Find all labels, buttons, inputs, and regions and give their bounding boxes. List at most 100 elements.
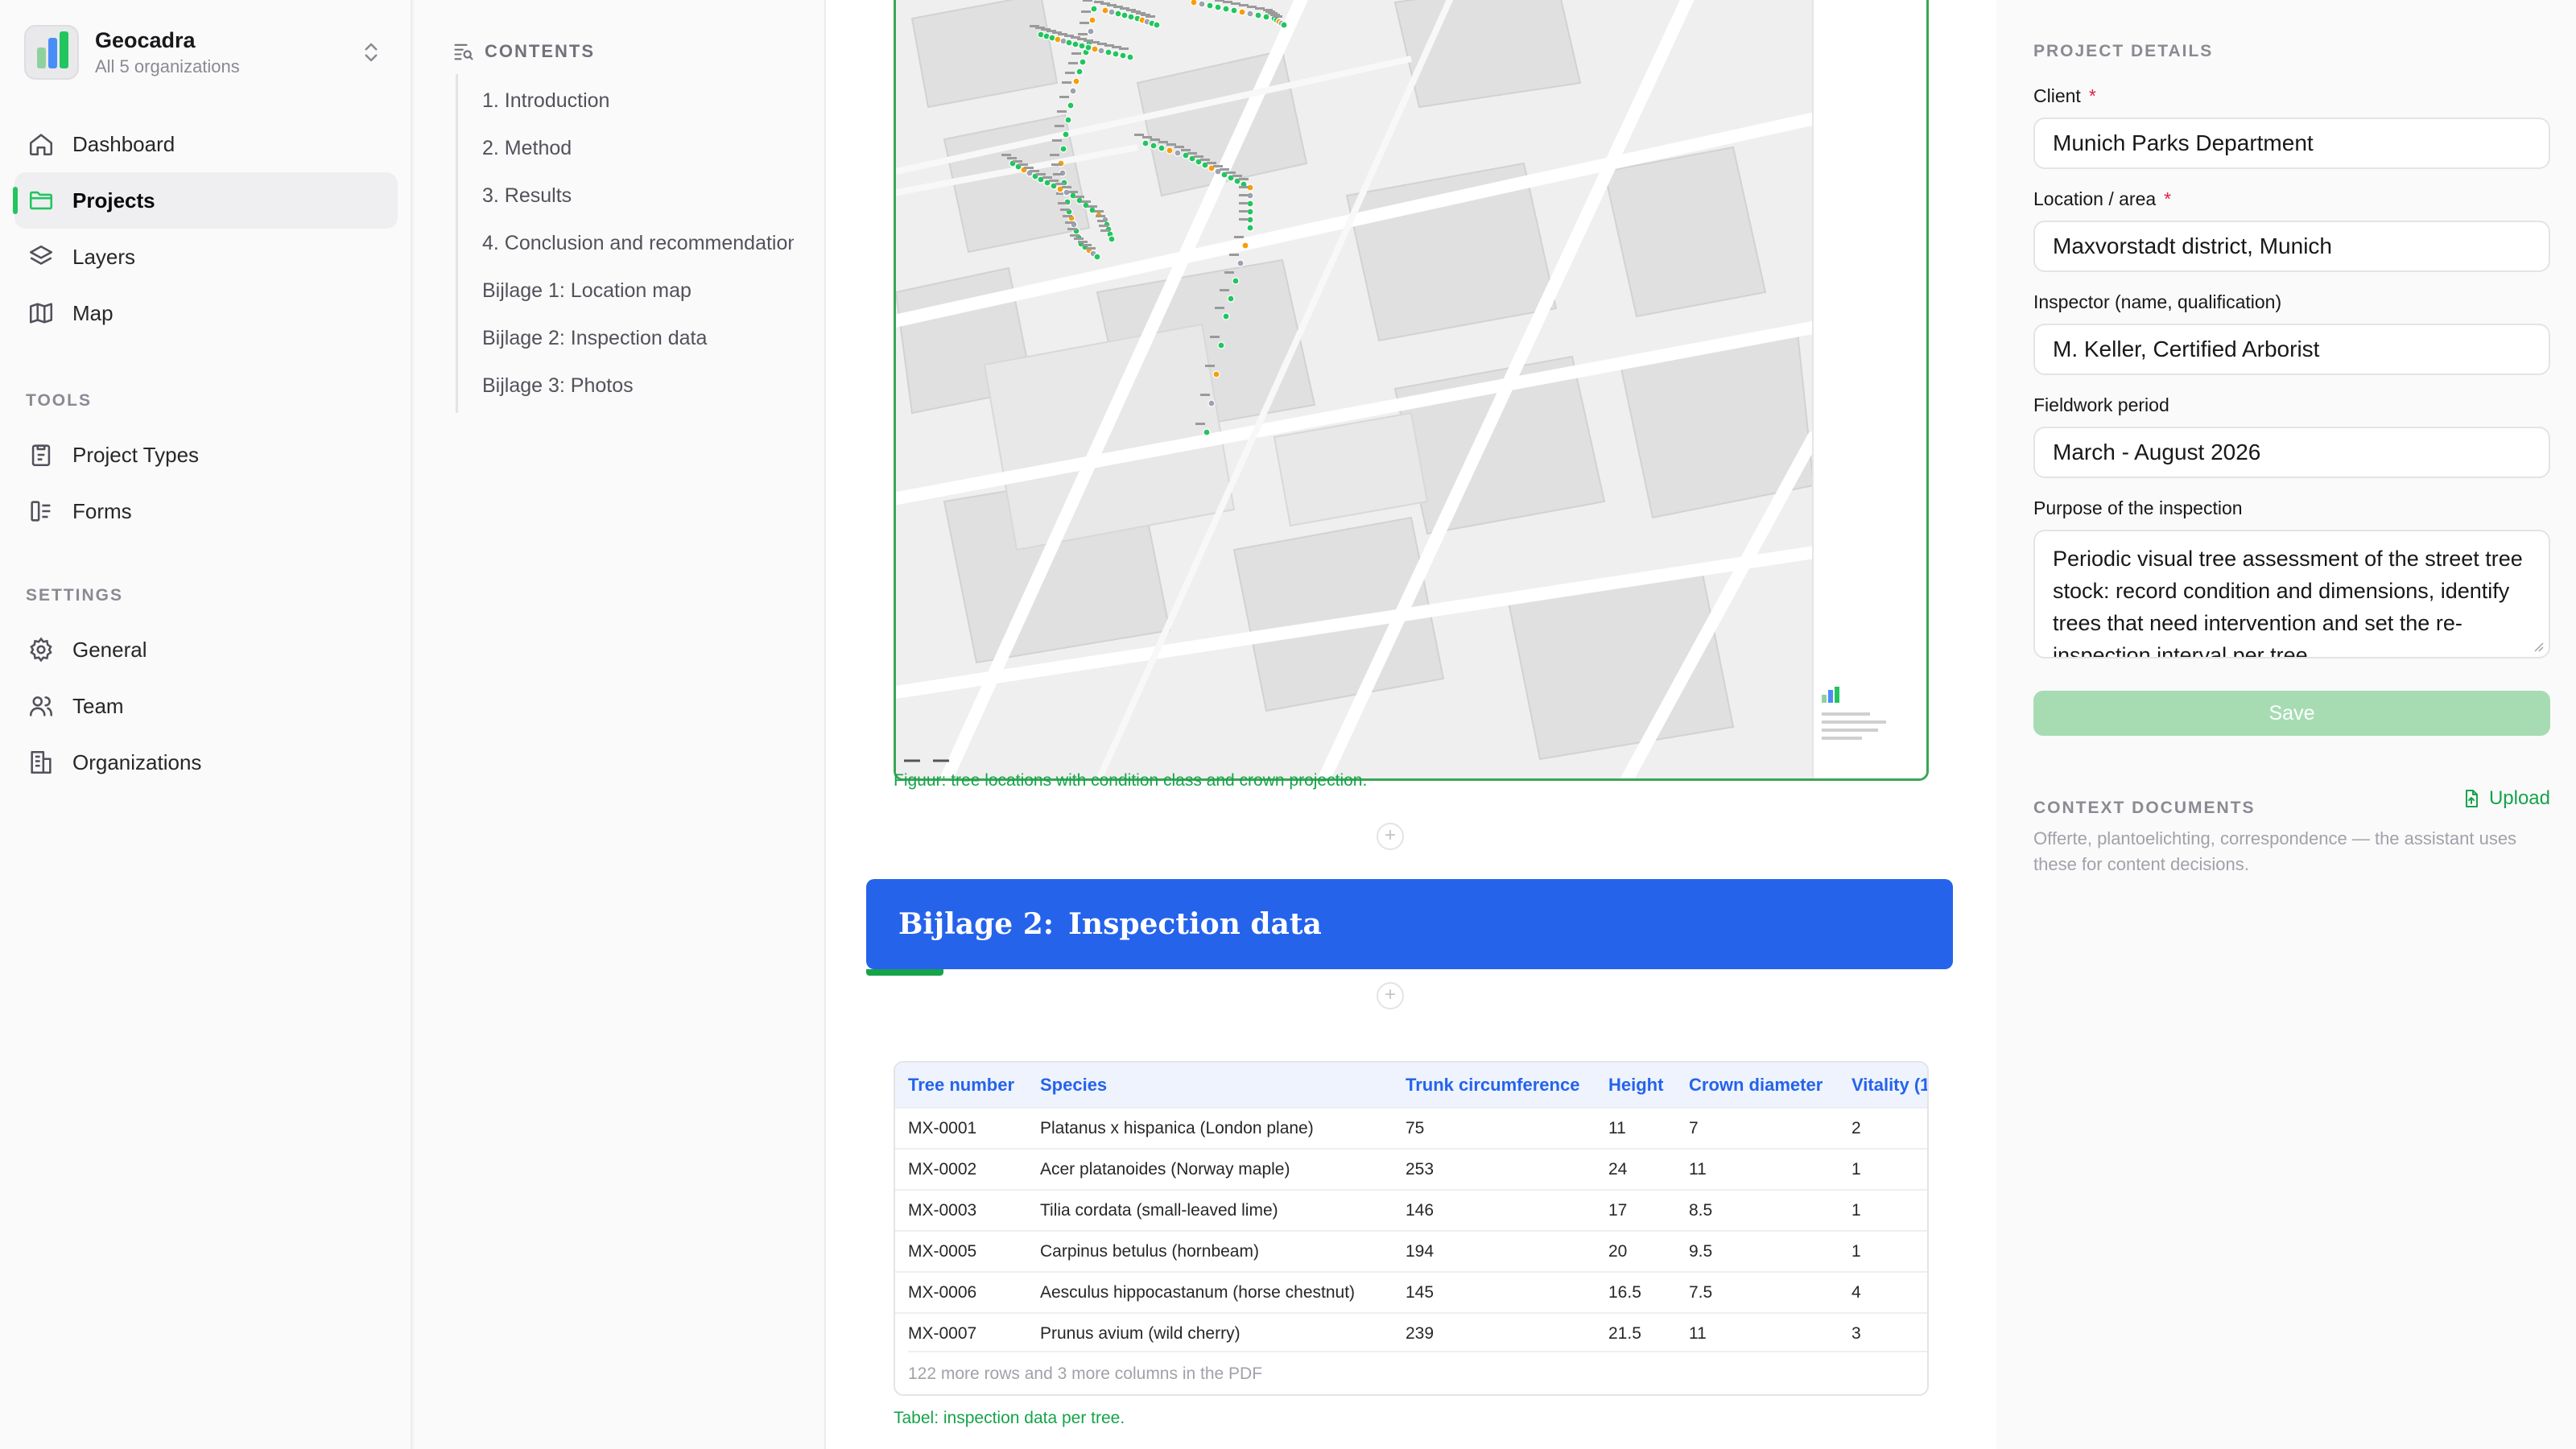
tree-marker (1091, 45, 1099, 53)
table-cell: 4 (1839, 1271, 1927, 1313)
location-label: Location / area * (2033, 188, 2172, 209)
table-cell: MX-0005 (895, 1230, 1027, 1272)
upload-label: Upload (2488, 787, 2550, 809)
tree-marker (1121, 11, 1129, 19)
tree-marker-label (1273, 15, 1282, 18)
section-banner[interactable]: Bijlage 2: Inspection data (866, 879, 1953, 969)
file-upload-icon (2465, 790, 2478, 807)
map-caption: Figuur: tree locations with condition cl… (894, 771, 1368, 790)
users-icon (29, 696, 53, 716)
tree-marker-label (1220, 289, 1229, 291)
toc-item[interactable]: 4. Conclusion and recommendations (458, 220, 794, 267)
toc-item[interactable]: 1. Introduction (458, 77, 794, 125)
tree-marker-label (1082, 244, 1092, 246)
table-cell: Platanus x hispanica (London plane) (1027, 1107, 1393, 1149)
fieldwork-period-label: Fieldwork period (2033, 394, 2169, 415)
clipboard-icon (31, 444, 51, 467)
nav-team[interactable]: Team (14, 678, 398, 734)
toc-item[interactable]: Bijlage 3: Photos (458, 362, 794, 410)
map-canvas[interactable] (896, 0, 1836, 778)
document-page: Figuur: tree locations with condition cl… (826, 0, 1996, 1449)
table-row: MX-0002 Acer platanoides (Norway maple) … (895, 1148, 1927, 1190)
required-marker: * (2164, 188, 2172, 209)
tree-marker (1119, 52, 1127, 60)
tree-marker-label (1232, 175, 1242, 177)
home-icon (29, 134, 53, 156)
nav-team-label: Team (72, 693, 124, 718)
resize-handle-icon[interactable] (2531, 639, 2544, 652)
table-cell: 20 (1596, 1230, 1676, 1272)
tree-marker-label (1078, 241, 1088, 243)
toc-item[interactable]: Bijlage 1: Location map (458, 267, 794, 315)
nav-map[interactable]: Map (14, 285, 398, 341)
tree-marker-label (1119, 47, 1129, 50)
map-legend (1822, 687, 1886, 740)
table-cell: 239 (1393, 1312, 1596, 1354)
tree-marker-label (1200, 394, 1210, 396)
tree-marker-label (1024, 167, 1034, 169)
tree-marker (1203, 428, 1211, 436)
tree-marker (1230, 6, 1238, 14)
nav-organizations[interactable]: Organizations (14, 734, 398, 791)
nav-forms[interactable]: Forms (14, 483, 398, 539)
tree-marker (1198, 0, 1206, 8)
chevron-up-down-icon (365, 43, 378, 62)
client-input[interactable]: Munich Parks Department (2033, 118, 2550, 169)
fieldwork-period-input[interactable]: March - August 2026 (2033, 427, 2550, 478)
toc-item[interactable]: 3. Results (458, 172, 794, 220)
table-cell: 11 (1596, 1107, 1676, 1149)
table-cell: 1 (1839, 1230, 1927, 1272)
table-cell: 9.5 (1676, 1230, 1839, 1272)
tree-marker (1158, 144, 1166, 152)
contents-panel: CONTENTS 1. Introduction 2. Method 3. Re… (414, 0, 826, 1449)
nav-organizations-label: Organizations (72, 749, 202, 774)
client-label: Client * (2033, 85, 2096, 106)
tree-marker-label (1239, 210, 1249, 213)
tree-marker-label (1036, 173, 1046, 175)
nav-projects[interactable]: Projects (13, 172, 398, 229)
nav-layers[interactable]: Layers (14, 229, 398, 285)
org-switcher[interactable]: Geocadra All 5 organizations (24, 23, 391, 82)
tree-marker-label (1195, 423, 1205, 425)
tree-marker-label (1174, 146, 1184, 148)
table-cell: 11 (1676, 1148, 1839, 1190)
location-map-figure[interactable] (894, 0, 1929, 781)
section-title: Inspection data (1068, 907, 1322, 941)
tree-marker-label (1055, 125, 1064, 127)
table-cell: 3 (1839, 1312, 1927, 1354)
purpose-label: Purpose of the inspection (2033, 497, 2243, 518)
table-cell: 21.5 (1596, 1312, 1676, 1354)
upload-button[interactable]: Upload (2462, 787, 2550, 810)
tree-marker-label (1050, 154, 1059, 156)
table-cell: MX-0007 (895, 1312, 1027, 1354)
tree-marker-label (1207, 162, 1216, 164)
tree-marker-label (1062, 186, 1071, 188)
add-block-button[interactable]: + (1377, 982, 1404, 1009)
tree-marker-label (1074, 237, 1084, 240)
tree-marker-label (1018, 163, 1028, 166)
tree-marker (1059, 145, 1067, 153)
tree-marker (1227, 295, 1235, 303)
tree-marker (1075, 68, 1084, 76)
tree-marker-label (1194, 155, 1203, 158)
nav-project-types[interactable]: Project Types (14, 427, 398, 483)
tree-marker (1101, 6, 1109, 14)
toc-item[interactable]: 2. Method (458, 125, 794, 172)
table-cell: 7.5 (1676, 1271, 1839, 1313)
active-indicator (13, 187, 18, 214)
table-row: MX-0007 Prunus avium (wild cherry) 239 2… (895, 1312, 1927, 1354)
purpose-textarea[interactable]: Periodic visual tree assessment of the s… (2033, 530, 2550, 658)
tree-marker (1126, 53, 1134, 61)
save-button[interactable]: Save (2033, 691, 2550, 736)
tree-marker (1064, 116, 1072, 124)
map-image (896, 0, 1836, 778)
add-block-button[interactable]: + (1377, 823, 1404, 850)
inspector-input[interactable]: M. Keller, Certified Arborist (2033, 324, 2550, 375)
tree-marker-label (1239, 178, 1249, 180)
tree-marker (1112, 50, 1120, 58)
tree-marker-label (1052, 139, 1062, 142)
nav-general[interactable]: General (14, 621, 398, 678)
nav-dashboard[interactable]: Dashboard (14, 116, 398, 172)
location-input[interactable]: Maxvorstadt district, Munich (2033, 221, 2550, 272)
toc-item[interactable]: Bijlage 2: Inspection data (458, 315, 794, 362)
